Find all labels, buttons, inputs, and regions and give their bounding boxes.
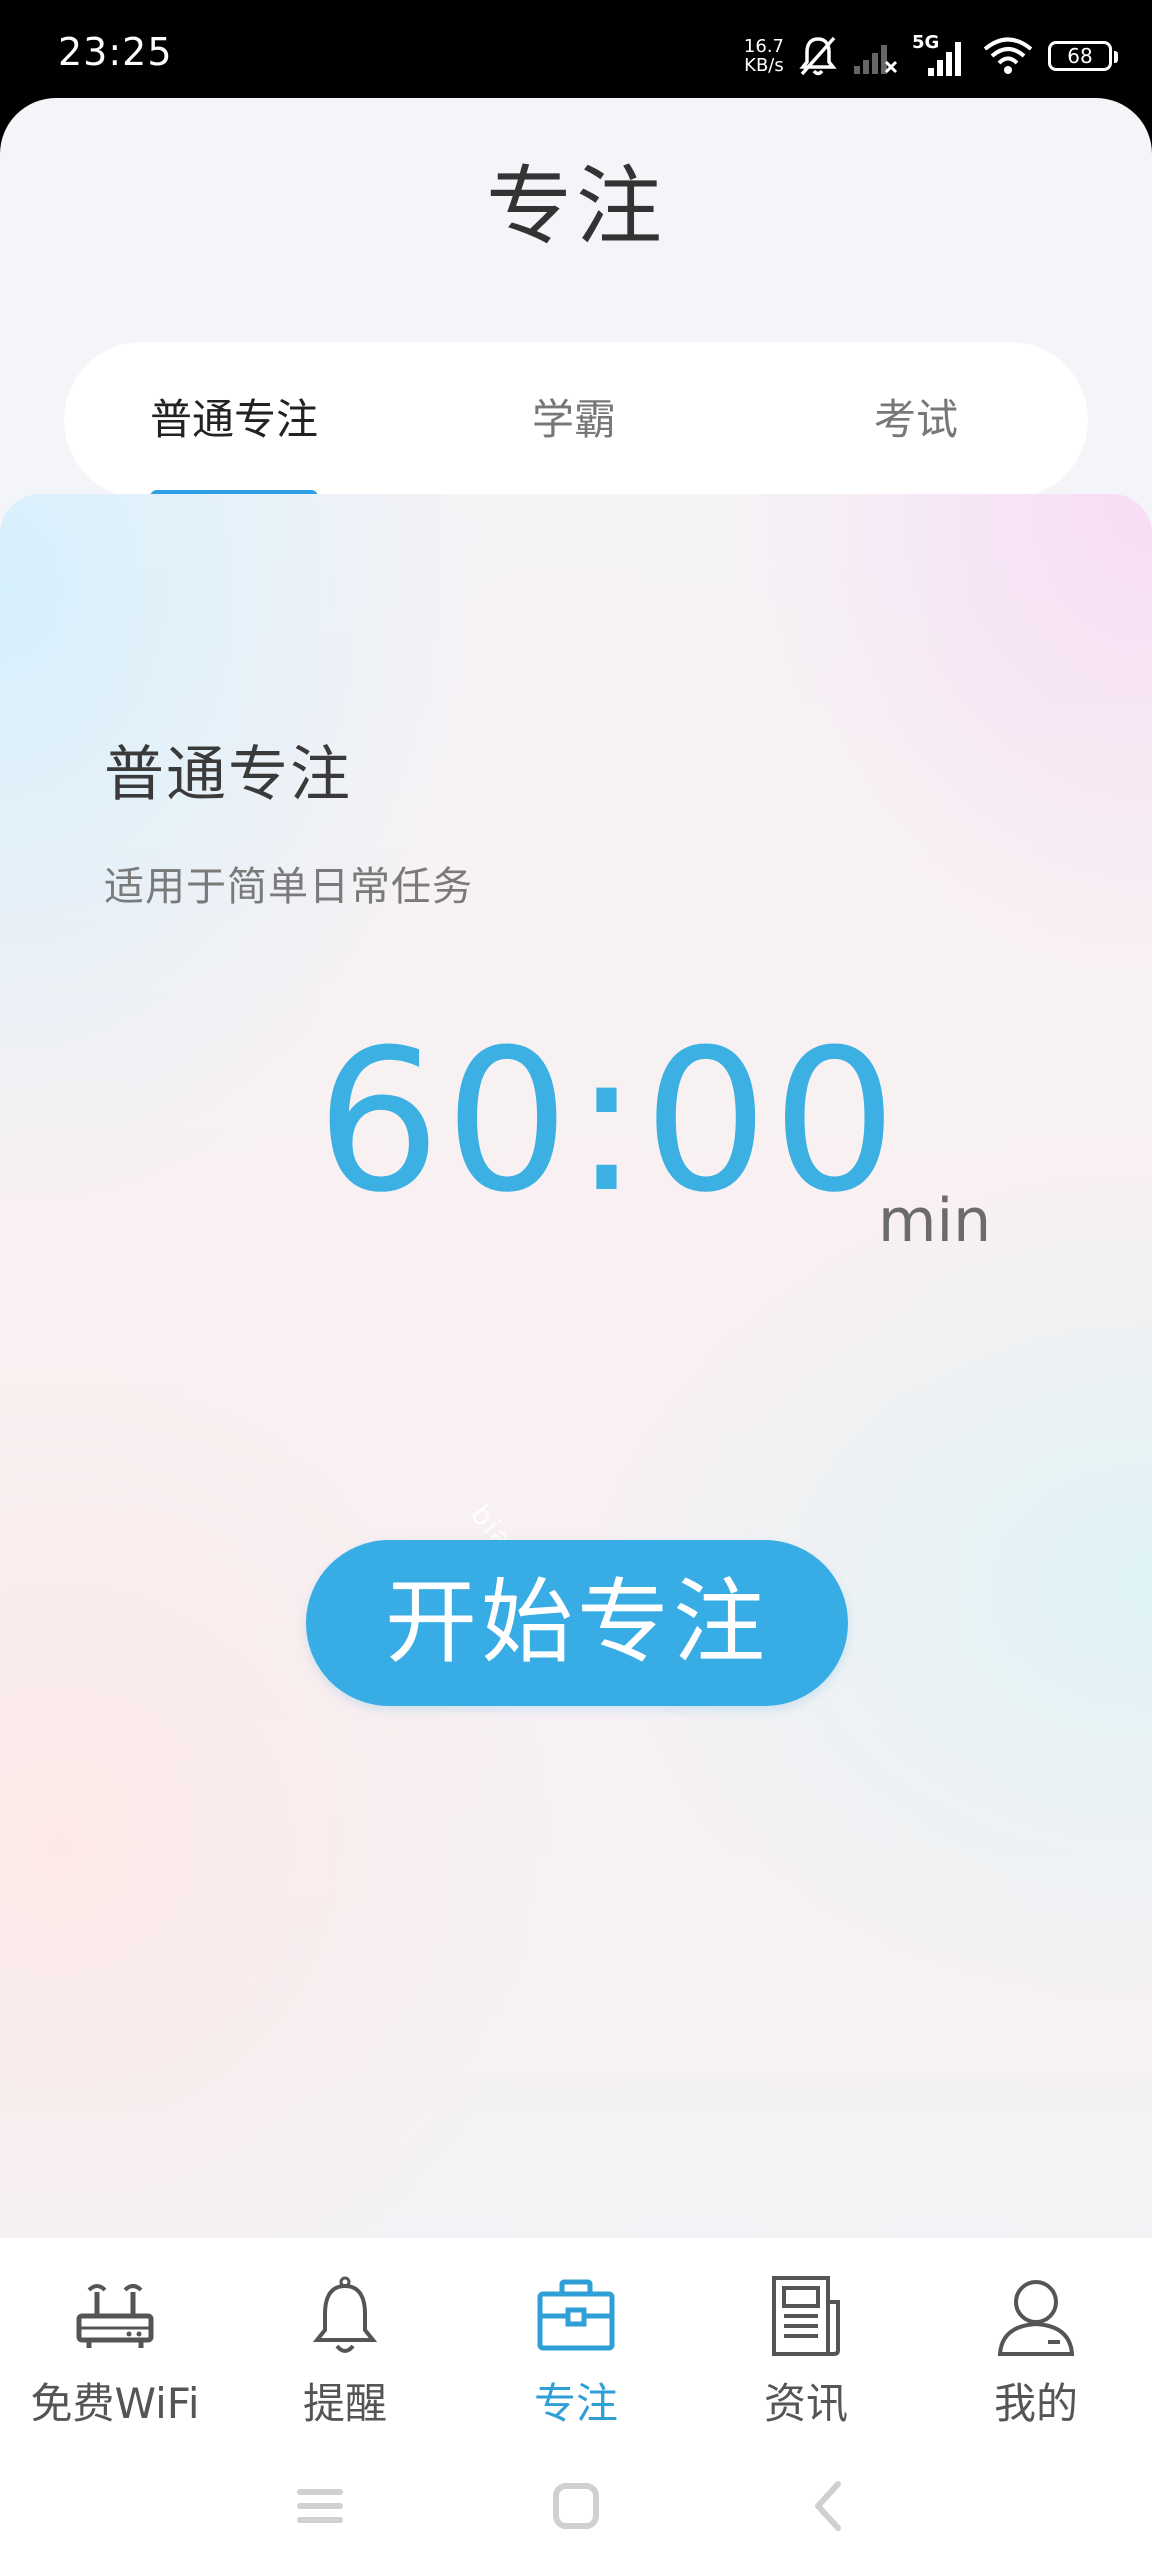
menu-icon[interactable]	[290, 2476, 350, 2536]
back-icon[interactable]	[800, 2476, 860, 2536]
start-focus-button[interactable]: 开始专注	[306, 1540, 848, 1706]
signal-sim1-icon	[854, 45, 898, 74]
mode-title: 普通专注	[104, 740, 352, 810]
phone-screen: 23:25 16.7 KB/s 5G 68 专注 普通专注 学霸 考试 普通专注…	[0, 0, 1152, 2560]
nav-item-free-wifi[interactable]: 免费WiFi	[0, 2268, 230, 2438]
nav-item-news[interactable]: 资讯	[691, 2268, 921, 2438]
app-surface: 专注 普通专注 学霸 考试 普通专注 适用于简单日常任务 60:00 min b…	[0, 98, 1152, 2560]
focus-mode-tabs: 普通专注 学霸 考试	[64, 342, 1088, 504]
wifi-icon	[983, 37, 1033, 74]
signal-sim2: 5G	[912, 32, 968, 78]
mode-description: 适用于简单日常任务	[104, 864, 473, 910]
signal-sim2-icon	[928, 42, 961, 76]
nav-item-mine[interactable]: 我的	[921, 2268, 1151, 2438]
bottom-navigation: 免费WiFi 提醒 专注 资讯 我的	[0, 2238, 1152, 2452]
system-navigation-bar	[0, 2452, 1152, 2560]
tab-exam[interactable]: 考试	[744, 342, 1088, 498]
tab-normal-focus[interactable]: 普通专注	[64, 342, 404, 498]
network-speed-unit: KB/s	[744, 55, 784, 76]
router-icon	[76, 2284, 154, 2348]
page-title: 专注	[486, 157, 666, 257]
timer-unit: min	[878, 1186, 992, 1256]
nav-label-focus: 专注	[533, 2379, 618, 2428]
nav-label-free-wifi: 免费WiFi	[30, 2379, 200, 2428]
nav-item-focus[interactable]: 专注	[461, 2268, 691, 2438]
battery-level: 68	[1067, 44, 1093, 68]
timer-display[interactable]: 60:00	[316, 1024, 901, 1220]
battery-indicator: 68	[1048, 41, 1118, 71]
briefcase-icon	[537, 2279, 615, 2351]
status-time: 23:25	[58, 30, 173, 74]
bell-icon	[312, 2276, 378, 2353]
focus-card: 普通专注 适用于简单日常任务 60:00 min bianzy.top 开始专注	[0, 494, 1152, 2374]
nav-item-reminder[interactable]: 提醒	[230, 2268, 460, 2438]
newspaper-icon	[772, 2276, 840, 2356]
nav-label-mine: 我的	[993, 2379, 1078, 2428]
bell-muted-icon	[799, 36, 837, 76]
user-icon	[997, 2280, 1075, 2356]
network-speed: 16.7 KB/s	[744, 37, 784, 75]
home-icon[interactable]	[546, 2476, 606, 2536]
nav-label-news: 资讯	[763, 2379, 848, 2428]
status-bar: 23:25 16.7 KB/s 5G 68	[0, 0, 1152, 108]
tab-top-student[interactable]: 学霸	[404, 342, 744, 498]
network-speed-value: 16.7	[743, 36, 784, 57]
nav-label-reminder: 提醒	[302, 2379, 387, 2428]
status-icons: 16.7 KB/s 5G 68	[744, 26, 1118, 86]
